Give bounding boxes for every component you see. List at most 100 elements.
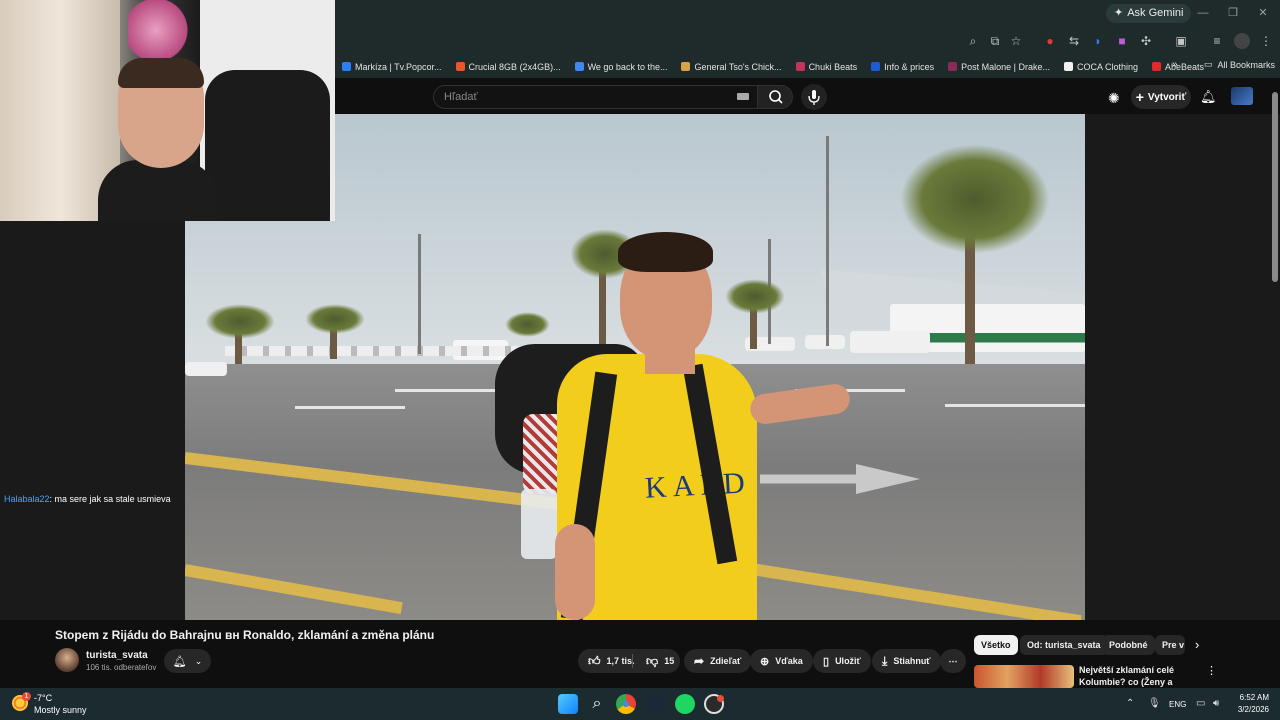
bookmark-favicon-icon <box>455 62 465 71</box>
search-input[interactable]: Hľadať <box>433 85 758 109</box>
app-notification-dot <box>717 695 724 702</box>
volume-icon[interactable]: 🔊︎ <box>1213 698 1219 709</box>
right-background <box>1085 114 1280 620</box>
chip-from-channel[interactable]: Od: turista_svata <box>1020 635 1108 655</box>
recommendation-menu-icon[interactable]: ⋮ <box>1206 664 1217 677</box>
tray-overflow-icon[interactable]: ⌃ <box>1126 698 1134 709</box>
subscriber-count: 106 tis. odberateľov <box>86 663 157 672</box>
subscription-bell-button[interactable]: 🔔︎ ⌄ <box>164 649 211 673</box>
bookmark-star-icon[interactable]: ☆ <box>1008 33 1024 49</box>
all-bookmarks-button[interactable]: ▭ All Bookmarks <box>1204 59 1275 70</box>
video-title: Stopem z Rijádu do Bahrajnu ʙʜ Ronaldo, … <box>55 628 435 642</box>
chrome-menu-icon[interactable]: ⋮ <box>1258 33 1274 49</box>
traffic-row <box>225 346 555 356</box>
voice-search-button[interactable] <box>801 84 827 110</box>
webcam-plush-toy <box>128 0 198 60</box>
weather-temperature[interactable]: -7°C <box>34 693 52 703</box>
page-scrollbar[interactable] <box>1272 92 1278 282</box>
windows-start-icon[interactable] <box>558 694 578 714</box>
create-button[interactable]: + Vytvoriť <box>1131 85 1191 109</box>
thanks-icon: ⊕ <box>760 655 770 668</box>
language-indicator[interactable]: ENG <box>1169 700 1186 709</box>
bookmarks-overflow-icon[interactable]: » <box>1172 59 1178 70</box>
chevron-down-icon: ⌄ <box>194 655 203 666</box>
chat-message: Halabala22: ma sere jak sa stale usmieva <box>4 494 171 504</box>
restore-icon[interactable]: ❐ <box>1218 4 1248 22</box>
chevron-right-icon[interactable]: › <box>1195 637 1199 652</box>
address-bar[interactable] <box>335 29 1035 53</box>
minimize-icon[interactable]: — <box>1188 4 1218 22</box>
clock-date[interactable]: 3/2/2026 <box>1231 705 1269 714</box>
extension-audio-icon[interactable]: ◗ <box>1090 33 1106 49</box>
left-background <box>0 221 185 620</box>
zoom-icon[interactable]: ⌕ <box>965 33 981 49</box>
bookmark-favicon-icon <box>948 62 958 71</box>
bookmark-item[interactable]: We go back to the... <box>568 62 675 72</box>
like-button[interactable]: 👍︎ 1,7 tis. <box>578 649 645 673</box>
chrome-icon-center <box>623 701 629 707</box>
network-icon[interactable]: ▭ <box>1196 698 1205 709</box>
bookmark-item[interactable]: General Tso's Chick... <box>674 62 788 72</box>
webcam-gaming-chair <box>205 70 330 221</box>
notifications-bell-icon[interactable]: 🔔︎ <box>1200 89 1217 105</box>
bookmark-favicon-icon <box>342 62 351 71</box>
bookmark-item[interactable]: AbeBeats <box>1145 62 1211 72</box>
bookmark-icon: ▯ <box>823 655 830 668</box>
arm <box>555 524 595 620</box>
profile-avatar-icon[interactable] <box>1234 33 1250 49</box>
chip-related[interactable]: Podobné <box>1102 635 1155 655</box>
thanks-button[interactable]: ⊕ Vďaka <box>750 649 813 673</box>
weather-description[interactable]: Mostly sunny <box>34 705 87 715</box>
spotify-icon[interactable] <box>675 694 695 714</box>
chip-for-you[interactable]: Pre v <box>1155 635 1185 655</box>
save-button[interactable]: ▯ Uložiť <box>813 649 871 673</box>
bookmark-item[interactable]: Chuki Beats <box>789 62 865 72</box>
sparkle-icon[interactable]: ✺ <box>1108 90 1124 106</box>
dislike-button[interactable]: 👎︎ 15 <box>636 649 684 673</box>
search-icon <box>769 90 783 104</box>
taskbar-search-icon[interactable]: ⌕ <box>587 694 607 714</box>
share-icon: ➦ <box>694 654 705 668</box>
account-avatar[interactable] <box>1231 87 1253 105</box>
chat-text: : ma sere jak sa stale usmieva <box>49 494 171 504</box>
windows-taskbar <box>0 688 1280 720</box>
search-button[interactable] <box>757 85 793 109</box>
extensions-puzzle-icon[interactable]: ✣ <box>1138 33 1154 49</box>
bookmark-item[interactable]: Info & prices <box>864 62 941 72</box>
microphone-tray-icon[interactable]: 🎙︎ <box>1148 698 1161 709</box>
webcam-person-hair <box>118 58 204 88</box>
lane-marking <box>945 404 1085 407</box>
cast-icon[interactable]: ⧉ <box>987 33 1003 49</box>
bookmark-item[interactable]: Crucial 8GB (2x4GB)... <box>449 62 568 72</box>
chip-all[interactable]: Všetko <box>974 635 1018 655</box>
share-button[interactable]: ➦ Zdieľať <box>684 649 752 673</box>
keyboard-icon[interactable] <box>737 93 749 100</box>
more-actions-button[interactable]: ⋯ <box>940 649 966 673</box>
bottle-bag <box>521 489 557 559</box>
weather-badge: 1 <box>22 692 31 701</box>
channel-avatar[interactable] <box>55 648 79 672</box>
webcam-person-body <box>98 160 218 221</box>
bookmark-favicon-icon <box>1152 62 1162 71</box>
microphone-icon <box>808 90 820 105</box>
car <box>805 335 845 349</box>
steam-icon[interactable] <box>646 694 666 714</box>
recommendation-thumbnail[interactable] <box>974 665 1074 688</box>
download-button[interactable]: ⤓ Stiahnuť <box>872 649 941 673</box>
channel-name[interactable]: turista_svata <box>86 650 148 661</box>
gemini-icon: ✦ <box>1114 7 1124 19</box>
shirt-sponsor-text: KAFD <box>644 466 752 505</box>
extension-red-icon[interactable]: ● <box>1042 33 1058 49</box>
bookmark-item[interactable]: COCA Clothing <box>1057 62 1145 72</box>
bookmark-item[interactable]: Markíza | Tv.Popcor... <box>335 62 449 72</box>
split-view-icon[interactable]: ▣ <box>1173 33 1189 49</box>
person-hair <box>618 232 713 272</box>
clock-time[interactable]: 6:52 AM <box>1237 693 1269 702</box>
bookmark-favicon-icon <box>1064 62 1073 71</box>
bookmark-item[interactable]: Post Malone | Drake... <box>941 62 1057 72</box>
reading-list-icon[interactable]: ≡ <box>1209 33 1225 49</box>
close-window-icon[interactable]: ✕ <box>1248 4 1278 22</box>
extension-purple-icon[interactable]: ■ <box>1114 33 1130 49</box>
ask-gemini-button[interactable]: ✦ Ask Gemini <box>1106 4 1192 23</box>
extension-arrows-icon[interactable]: ⇆ <box>1066 33 1082 49</box>
